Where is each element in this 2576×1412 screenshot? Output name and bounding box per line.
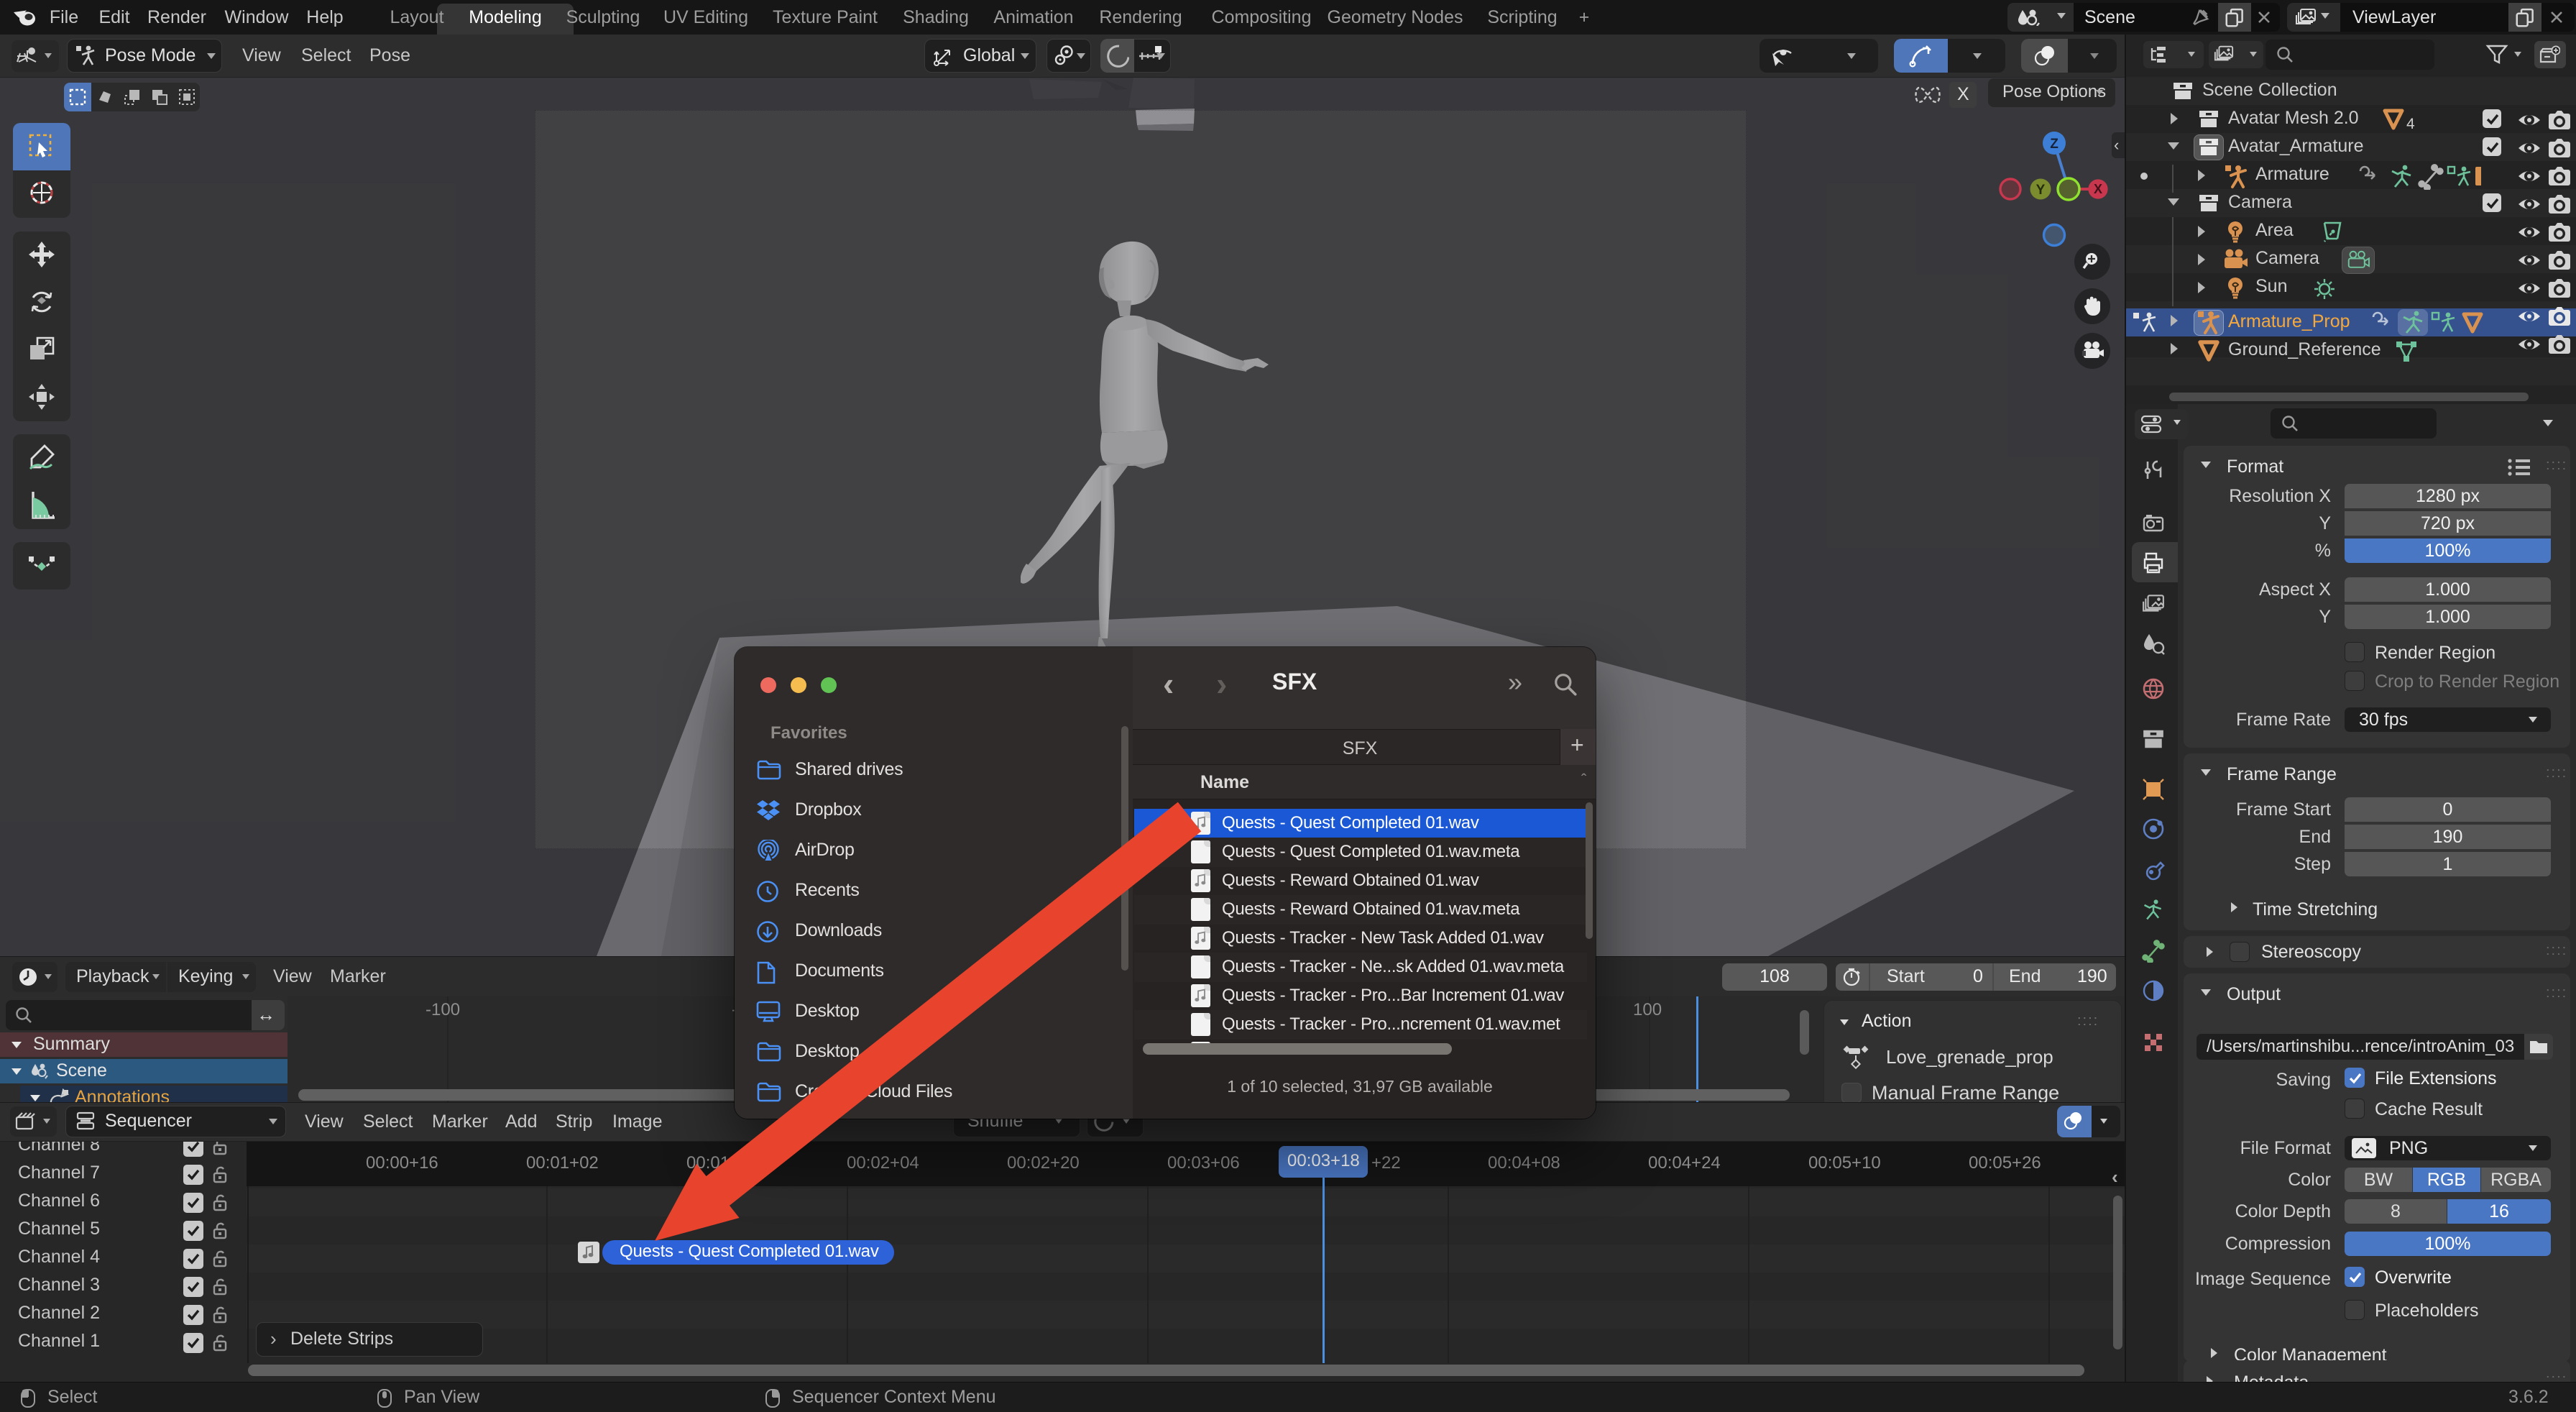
svg-text:Z: Z [2050, 137, 2058, 152]
svg-text:X: X [2094, 182, 2102, 196]
svg-text:Y: Y [2036, 183, 2046, 198]
